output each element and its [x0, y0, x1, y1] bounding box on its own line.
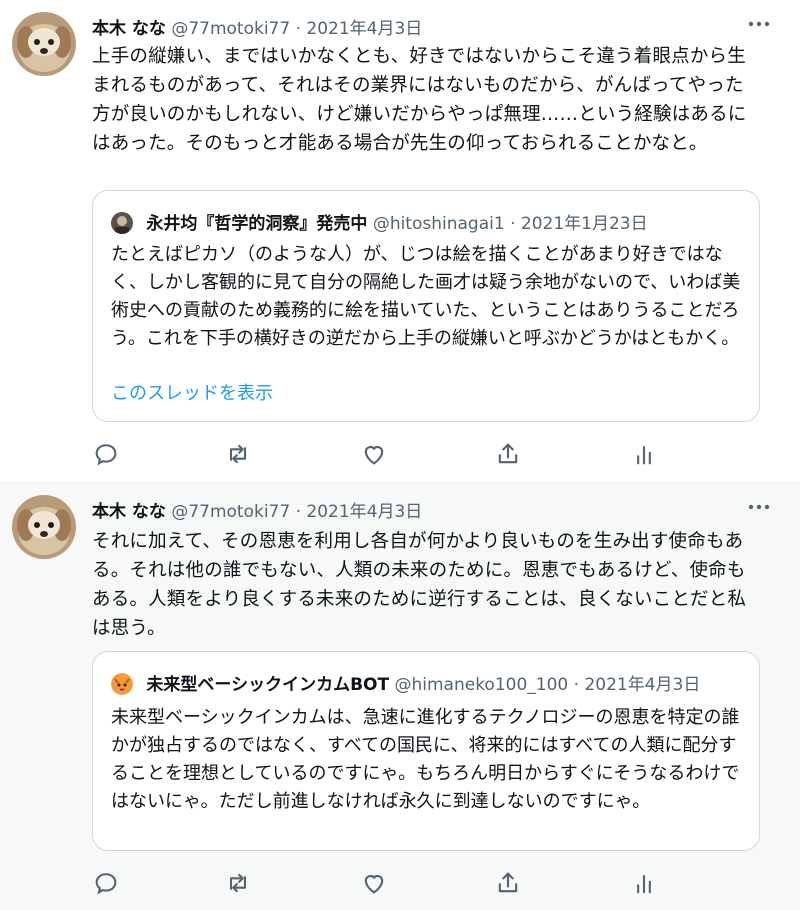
analytics-icon[interactable] — [630, 869, 658, 897]
avatar[interactable] — [12, 12, 76, 76]
more-icon[interactable] — [744, 495, 774, 519]
author-handle[interactable]: @77motoki77 — [171, 502, 290, 522]
quoted-author-handle: @himaneko100_100 — [394, 675, 569, 695]
quoted-tweet[interactable]: 永井均『哲学的洞察』発売中 @hitoshinagai1 · 2021年1月23… — [92, 190, 760, 422]
separator: · — [573, 675, 580, 695]
separator: · — [510, 214, 516, 234]
separator: · — [295, 502, 301, 522]
like-icon[interactable] — [360, 440, 388, 468]
tweet-text: 上手の縦嫌い、まではいかなくとも、好きではないからこそ違う着眼点から生まれるもの… — [92, 46, 747, 154]
tweet[interactable]: 本木 なな @77motoki77 · 2021年4月3日 それに加えて、その恩… — [0, 482, 800, 910]
tweet-date[interactable]: 2021年4月3日 — [306, 19, 422, 39]
quoted-tweet-header: 未来型ベーシックインカムBOT @himaneko100_100 · 2021年… — [111, 670, 700, 696]
quoted-tweet-text: たとえばピカソ（のような人）が、じつは絵を描くことがあまり好きではなく、しかし客… — [111, 244, 741, 349]
author-name[interactable]: 本木 なな — [92, 19, 166, 39]
quoted-avatar — [111, 212, 133, 234]
reply-icon[interactable] — [92, 869, 120, 897]
share-icon[interactable] — [494, 440, 522, 468]
share-icon[interactable] — [494, 869, 522, 897]
quoted-author-name: 永井均『哲学的洞察』発売中 — [146, 214, 368, 234]
author-handle[interactable]: @77motoki77 — [171, 19, 290, 39]
quoted-tweet-header: 永井均『哲学的洞察』発売中 @hitoshinagai1 · 2021年1月23… — [111, 209, 648, 235]
tweet-header: 本木 なな @77motoki77 · 2021年4月3日 — [92, 14, 422, 39]
like-icon[interactable] — [360, 869, 388, 897]
tweet-actions — [92, 440, 652, 468]
separator: · — [295, 19, 301, 39]
tweet-actions — [92, 869, 652, 897]
more-icon[interactable] — [744, 12, 774, 36]
quoted-avatar — [111, 673, 133, 695]
tweet-text: それに加えて、その恩恵を利用し各自が何かより良いものを生み出す使命もある。それは… — [92, 531, 747, 639]
avatar[interactable] — [12, 495, 76, 559]
quoted-author-name: 未来型ベーシックインカムBOT — [146, 675, 390, 695]
retweet-icon[interactable] — [224, 869, 252, 897]
quoted-tweet-date: 2021年4月3日 — [584, 675, 701, 695]
retweet-icon[interactable] — [224, 440, 252, 468]
tweet-header: 本木 なな @77motoki77 · 2021年4月3日 — [92, 497, 422, 522]
quoted-tweet-text: 未来型ベーシックインカムは、急速に進化するテクノロジーの恩恵を特定の誰かが独占す… — [111, 707, 740, 812]
quoted-tweet-date: 2021年1月23日 — [520, 214, 648, 234]
tweet-date[interactable]: 2021年4月3日 — [306, 502, 422, 522]
tweet[interactable]: 本木 なな @77motoki77 · 2021年4月3日 上手の縦嫌い、までは… — [0, 0, 800, 482]
show-thread-link[interactable]: このスレッドを表示 — [111, 379, 273, 405]
quoted-author-handle: @hitoshinagai1 — [372, 214, 505, 234]
reply-icon[interactable] — [92, 440, 120, 468]
quoted-tweet[interactable]: 未来型ベーシックインカムBOT @himaneko100_100 · 2021年… — [92, 651, 760, 851]
author-name[interactable]: 本木 なな — [92, 502, 166, 522]
analytics-icon[interactable] — [630, 440, 658, 468]
